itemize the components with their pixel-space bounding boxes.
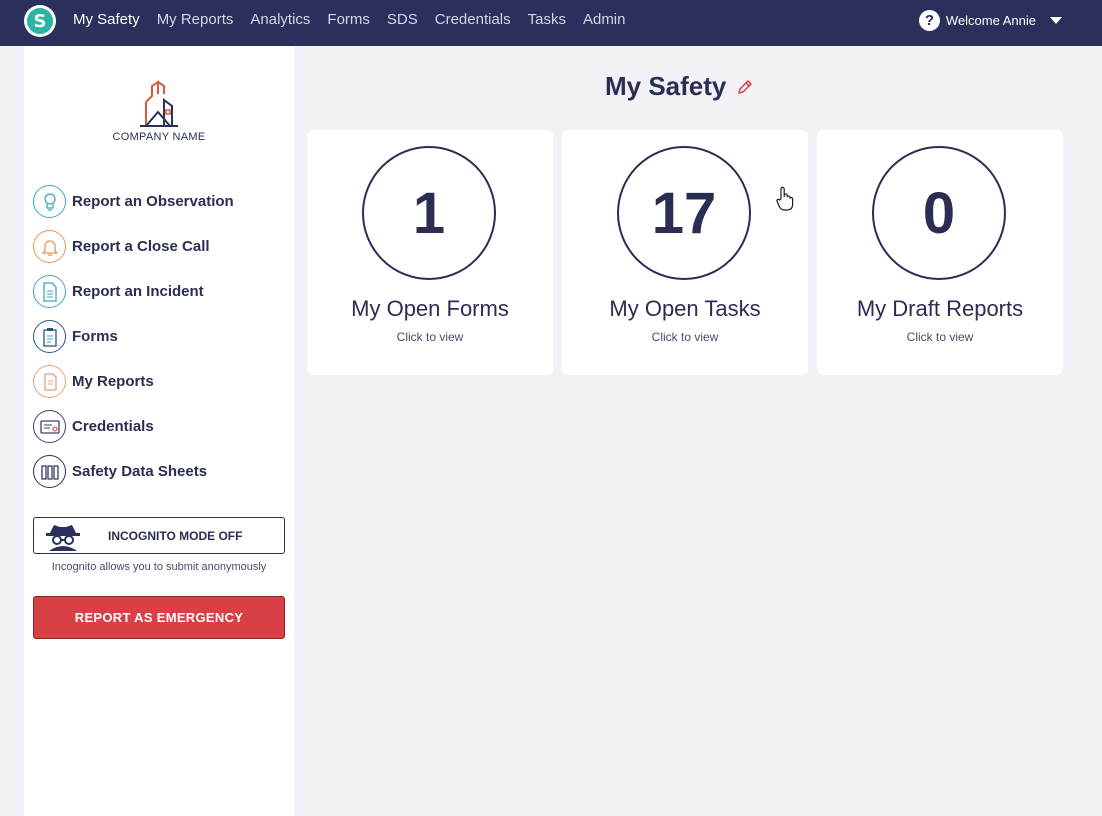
sidebar-item-credentials[interactable]: Credentials <box>33 404 234 449</box>
nav-item-my-reports[interactable]: My Reports <box>157 11 234 28</box>
sidebar-item-label: Report a Close Call <box>72 238 210 255</box>
app-logo-letter: S <box>27 8 53 34</box>
main-nav: My Safety My Reports Analytics Forms SDS… <box>73 0 643 38</box>
sidebar-item-label: Report an Incident <box>72 283 204 300</box>
card-title: My Open Forms <box>351 296 509 321</box>
sidebar-item-label: Report an Observation <box>72 193 234 210</box>
sidebar-item-safety-data-sheets[interactable]: Safety Data Sheets <box>33 449 234 494</box>
draft-reports-card[interactable]: 0 My Draft Reports Click to view <box>817 130 1063 375</box>
lightbulb-icon <box>33 185 66 218</box>
card-title: My Open Tasks <box>609 296 761 321</box>
incognito-label: INCOGNITO MODE OFF <box>108 529 243 543</box>
open-forms-card[interactable]: 1 My Open Forms Click to view <box>307 130 553 375</box>
company-logo-block: COMPANY NAME <box>24 80 294 143</box>
sidebar-item-label: Safety Data Sheets <box>72 463 208 480</box>
sidebar-item-forms[interactable]: Forms <box>33 314 234 359</box>
chevron-down-icon[interactable] <box>1050 16 1062 24</box>
help-icon[interactable]: ? <box>918 9 940 31</box>
nav-item-admin[interactable]: Admin <box>583 11 626 28</box>
nav-item-sds[interactable]: SDS <box>387 11 418 28</box>
open-forms-count: 1 <box>362 146 496 280</box>
card-subtitle: Click to view <box>396 330 464 344</box>
nav-item-forms[interactable]: Forms <box>327 11 370 28</box>
sidebar-item-report-observation[interactable]: Report an Observation <box>33 179 234 224</box>
sidebar-item-report-incident[interactable]: Report an Incident <box>33 269 234 314</box>
nav-item-credentials[interactable]: Credentials <box>435 11 511 28</box>
page-title: My Safety <box>605 70 727 101</box>
bell-icon <box>33 230 66 263</box>
nav-item-my-safety[interactable]: My Safety <box>73 11 140 28</box>
card-title: My Draft Reports <box>856 296 1024 321</box>
id-card-icon <box>33 410 66 443</box>
user-menu[interactable]: ? Welcome Annie <box>918 8 1062 32</box>
sidebar: COMPANY NAME Report an Observation Repor… <box>24 46 294 816</box>
building-logo-icon <box>140 80 178 127</box>
top-nav-bar: S My Safety My Reports Analytics Forms S… <box>0 0 1102 46</box>
sidebar-item-label: Forms <box>72 328 118 345</box>
incognito-toggle-button[interactable]: INCOGNITO MODE OFF <box>33 517 285 554</box>
app-logo[interactable]: S <box>24 5 56 37</box>
spy-icon <box>46 525 80 551</box>
reports-icon <box>33 365 66 398</box>
sidebar-item-label: My Reports <box>72 373 154 390</box>
sidebar-item-my-reports[interactable]: My Reports <box>33 359 234 404</box>
incognito-note: Incognito allows you to submit anonymous… <box>51 561 267 573</box>
pencil-icon[interactable] <box>736 78 754 96</box>
open-tasks-count: 17 <box>617 146 751 280</box>
clipboard-icon <box>33 320 66 353</box>
company-name: COMPANY NAME <box>112 131 206 143</box>
welcome-label[interactable]: Welcome Annie <box>946 13 1036 28</box>
sidebar-item-report-close-call[interactable]: Report a Close Call <box>33 224 234 269</box>
document-icon <box>33 275 66 308</box>
nav-item-analytics[interactable]: Analytics <box>250 11 310 28</box>
hand-pointer-icon <box>776 186 794 211</box>
card-subtitle: Click to view <box>906 330 974 344</box>
nav-item-tasks[interactable]: Tasks <box>528 11 566 28</box>
sidebar-menu: Report an Observation Report a Close Cal… <box>33 179 234 494</box>
sidebar-item-label: Credentials <box>72 418 154 435</box>
card-subtitle: Click to view <box>651 330 719 344</box>
draft-reports-count: 0 <box>872 146 1006 280</box>
binders-icon <box>33 455 66 488</box>
report-emergency-button[interactable]: REPORT AS EMERGENCY <box>33 596 285 639</box>
open-tasks-card[interactable]: 17 My Open Tasks Click to view <box>562 130 808 375</box>
page-title-row: My Safety <box>605 70 754 102</box>
